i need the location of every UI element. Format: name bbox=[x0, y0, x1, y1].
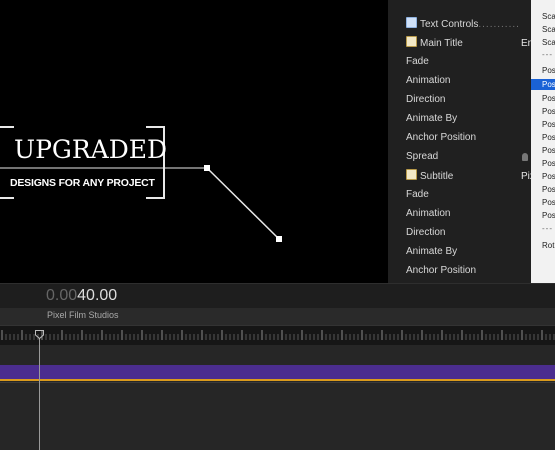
menu-item[interactable]: Pos bbox=[542, 145, 555, 156]
fade-row-2[interactable]: Fade bbox=[406, 188, 429, 202]
track-divider bbox=[0, 382, 555, 383]
menu-item[interactable]: Pos bbox=[542, 171, 555, 182]
timeline-track-area[interactable] bbox=[0, 345, 555, 450]
menu-item[interactable]: Pos bbox=[542, 106, 555, 117]
menu-item[interactable]: Pos bbox=[542, 158, 555, 169]
row-label: Text Controls bbox=[420, 19, 479, 30]
playhead-line[interactable] bbox=[39, 338, 40, 450]
menu-separator: --- bbox=[542, 224, 553, 233]
checkbox-icon[interactable] bbox=[406, 17, 417, 28]
animate-by-row-2[interactable]: Animate By bbox=[406, 245, 457, 259]
text-controls-row[interactable]: Text Controls........... bbox=[406, 17, 520, 31]
row-label: Subtitle bbox=[420, 171, 454, 182]
project-name: Pixel Film Studios bbox=[47, 310, 119, 320]
menu-item[interactable]: Pos bbox=[542, 65, 555, 76]
ruler-ticks bbox=[1, 330, 555, 340]
menu-item[interactable]: Sca bbox=[542, 37, 555, 48]
menu-item[interactable]: Pos bbox=[542, 93, 555, 104]
subtitle-row[interactable]: Subtitle bbox=[406, 169, 453, 183]
animation-row[interactable]: Animation bbox=[406, 74, 450, 88]
anchor-handle-end bbox=[276, 236, 282, 242]
title-card[interactable]: UPGRADED DESIGNS FOR ANY PROJECT bbox=[0, 125, 170, 201]
timecode-bright: 40.00 bbox=[77, 287, 118, 304]
direction-row-2[interactable]: Direction bbox=[406, 226, 445, 240]
playhead-icon[interactable] bbox=[35, 330, 44, 339]
anchor-handle-start bbox=[204, 165, 210, 171]
anchor-position-row-2[interactable]: Anchor Position bbox=[406, 264, 476, 278]
timecode-dim: 0.00 bbox=[46, 287, 78, 304]
note-icon bbox=[406, 36, 417, 47]
menu-item[interactable]: Pos bbox=[542, 119, 555, 130]
direction-row[interactable]: Direction bbox=[406, 93, 445, 107]
note-icon bbox=[406, 169, 417, 180]
row-label: Main Title bbox=[420, 38, 463, 49]
timeline-ruler[interactable] bbox=[0, 325, 555, 346]
main-title-row[interactable]: Main Title bbox=[406, 36, 463, 50]
menu-item[interactable]: Pos bbox=[542, 184, 555, 195]
main-title-text: UPGRADED bbox=[14, 135, 168, 164]
inspector-panel: Text Controls........... Main Title En F… bbox=[388, 0, 555, 283]
timeline-clip[interactable] bbox=[0, 365, 555, 381]
menu-item[interactable]: Pos bbox=[542, 197, 555, 208]
fade-row[interactable]: Fade bbox=[406, 55, 429, 69]
menu-item[interactable]: Pos bbox=[542, 210, 555, 221]
animate-by-row[interactable]: Animate By bbox=[406, 112, 457, 126]
anchor-line bbox=[206, 167, 280, 240]
menu-item[interactable]: Rot bbox=[542, 240, 554, 251]
menu-item-selected[interactable]: Pos bbox=[531, 79, 555, 90]
viewer-canvas[interactable]: UPGRADED DESIGNS FOR ANY PROJECT bbox=[0, 0, 388, 283]
menu-item[interactable]: Sca bbox=[542, 24, 555, 35]
timecode-display[interactable]: 0.0040.00 bbox=[46, 287, 117, 305]
menu-item[interactable]: Sca bbox=[542, 11, 555, 22]
spread-row[interactable]: Spread bbox=[406, 150, 438, 164]
menu-item[interactable]: Pos bbox=[542, 132, 555, 143]
menu-separator: --- bbox=[542, 50, 553, 59]
anchor-position-row[interactable]: Anchor Position bbox=[406, 131, 476, 145]
slider-knob-icon[interactable] bbox=[522, 153, 528, 161]
popup-menu: Sca Sca Sca --- Pos Pos Pos Pos Pos Pos … bbox=[531, 0, 555, 283]
animation-row-2[interactable]: Animation bbox=[406, 207, 450, 221]
subtitle-text: DESIGNS FOR ANY PROJECT bbox=[10, 177, 155, 189]
